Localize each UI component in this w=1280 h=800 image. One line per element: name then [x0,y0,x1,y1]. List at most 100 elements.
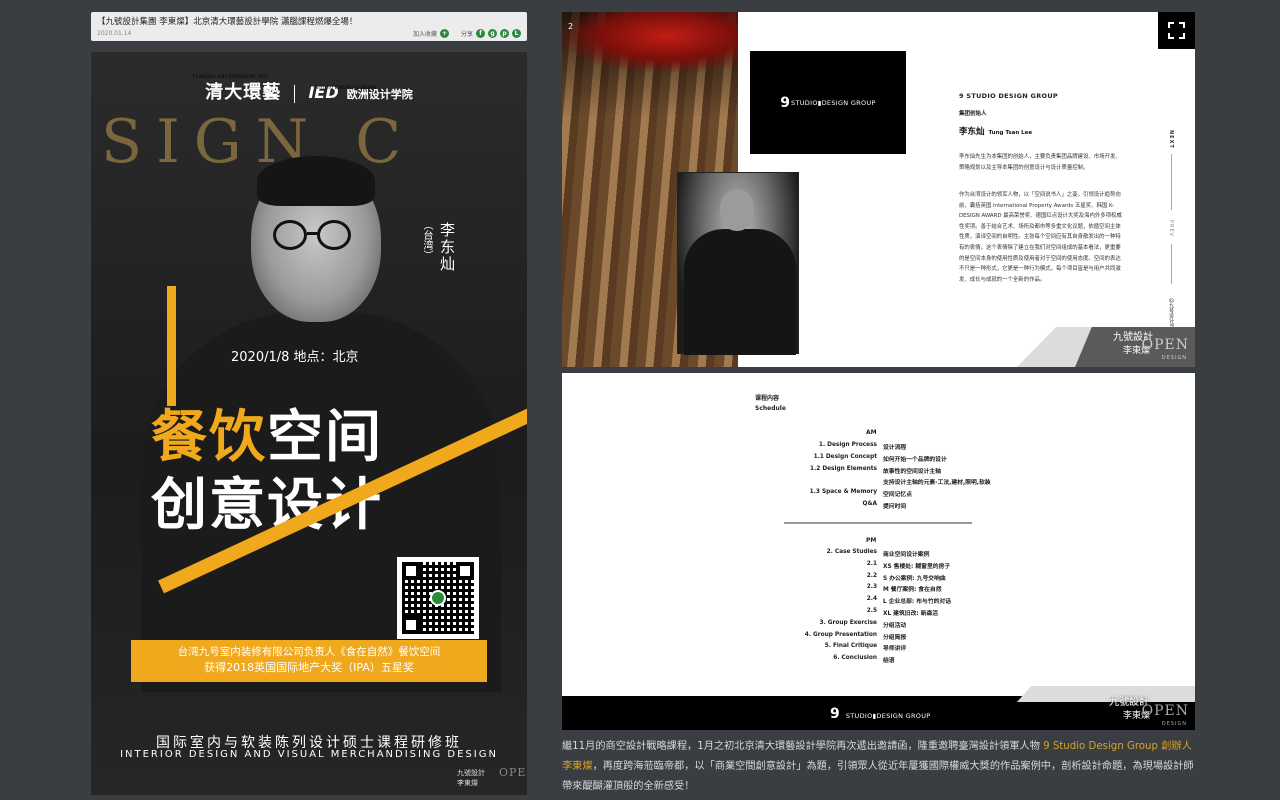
event-date-location: 2020/1/8 地点：北京 [231,350,359,365]
schedule-row-topic-cn: 分组简报 [883,634,907,641]
logo-divider [294,84,296,103]
schedule-row: 2.4 L 企业总部: 布与竹的对话 [562,596,1195,608]
poster-logos: 清大環藝 IED 欧洲设计学院 [91,78,527,104]
schedule-row-topic-cn: 支持设计主轴的元素-工法,建材,照明,软装 [883,480,991,487]
schedule-row: Q&A 提问时间 [562,501,1195,513]
schedule-row-topic-en: 4. Group Presentation [804,631,877,638]
schedule-row-topic-en: Q&A [862,501,877,507]
speaker-name: 李东灿 [438,222,456,273]
schedule-row-topic-en: 1.2 Design Elements [810,465,877,472]
qr-finder-top-right [456,562,474,580]
schedule-row-topic-cn: 设计流程 [883,445,907,451]
founder-name: 李东灿 Tung Tsan Lee [959,125,1032,137]
schedule-row-topic-en: 2.5 [866,608,877,614]
ied-logo-sub: ISTITUTO EUROPEO DI DESIGN [315,85,377,90]
pinterest-share-icon[interactable]: p [500,29,509,38]
program-title-en: INTERIOR DESIGN AND VISUAL MERCHANDISING… [120,749,498,760]
schedule-row-topic-cn: S 办公案例: 九号交响曲 [883,575,946,582]
course-poster: SIGN C 清大環藝 IED 欧洲设计学院 TSINGDA ENVIRONME… [91,52,527,795]
fullscreen-icon [1168,22,1185,39]
bookmark-icon[interactable]: + [439,29,449,38]
caption-text-1: 繼11月的商空設計戰略課程，1月之初北京清大環藝設計學院再次遞出邀請函，隆重邀聘… [562,741,1044,752]
schedule-row: 6. Conclusion 结语 [562,655,1195,667]
founder-photo-body [684,229,796,355]
award-banner: 台湾九号室内装修有限公司负责人《食在自然》餐饮空间 获得2018英国国际地产大奖… [131,640,487,682]
schedule-title-cn: 课程内容 [755,395,780,402]
schedule-row: 2.3 M 餐厅案例: 食在自然 [562,584,1195,596]
founder-photo-head [720,189,754,231]
article-actions: 加入收藏 + 分享 f g p L [413,29,521,38]
tsinghua-logo-sub: TSINGDA ENVIRONMENT ART [192,75,269,80]
line-share-icon[interactable]: L [512,29,521,38]
schedule-row-topic-cn: 结语 [883,658,895,665]
schedule-row-topic-cn: 故事性的空间设计主轴 [883,468,941,475]
schedule-row: 1.3 Space & Memory 空间记忆点 [562,489,1195,501]
schedule-row: 2.1 XS 售楼处: 糊窗里的房子 [562,561,1195,573]
schedule-row-topic-en: 2.2 [866,572,877,579]
schedule-row-topic-cn: 分组活动 [883,622,907,629]
poster-brand-cn: 九號設計 [457,769,485,777]
schedule-row: 1. Design Process 设计流程 [562,442,1195,454]
schedule-row-topic-cn: 商业空间设计案例 [883,552,930,558]
profile-brand-open: OPEN [1141,337,1189,353]
side-nav-line-2 [1171,244,1172,284]
schedule-row-topic-cn: 提问时间 [883,504,907,510]
share-label: 分享 [460,31,473,38]
schedule-row-topic-en: 6. Conclusion [833,655,877,662]
article-caption: 繼11月的商空設計戰略課程，1月之初北京清大環藝設計學院再次遞出邀請函，隆重邀聘… [562,737,1195,797]
schedule-pm-label: PM [866,537,877,544]
fullscreen-button[interactable] [1158,12,1195,49]
schedule-am-label: AM [866,429,877,436]
studio-logo-number: 9 [780,94,791,111]
schedule-row-topic-cn: M 餐厅案例: 食在自然 [883,587,942,594]
schedule-row-topic-en: 2.4 [866,596,877,603]
schedule-brand-design: DESIGN [1161,721,1187,727]
tsinghua-logo: 清大環藝 [205,82,282,103]
schedule-page: 课程内容 Schedule AM 1. Design Process 设计流程 1.… [562,373,1195,730]
portrait-hair [257,156,375,206]
schedule-row-topic-en: 2. Case Studies [826,549,877,555]
schedule-row: 1.1 Design Concept 如何开始一个品牌的设计 [562,454,1195,466]
glasses-right-lens [317,220,351,250]
google-share-icon[interactable]: g [488,29,497,38]
schedule-title-en: Schedule [755,405,786,412]
schedule-row-topic-cn: L 企业总部: 布与竹的对话 [883,599,952,606]
schedule-row: 支持设计主轴的元素-工法,建材,照明,软装 [562,477,1195,489]
side-nav-line [1171,154,1172,210]
schedule-row-topic-en: 1. Design Process [818,442,877,448]
schedule-row: 3. Group Exercise 分组活动 [562,620,1195,632]
schedule-row-topic-en: 3. Group Exercise [819,619,877,626]
schedule-row-topic-cn: XS 售楼处: 糊窗里的房子 [883,563,951,570]
studio-logo-text: STUDIO▮DESIGN GROUP [791,98,876,107]
prev-page-link[interactable]: PREV [1168,220,1174,237]
schedule-row: 2.5 XL 建筑旧改: 新森活 [562,608,1195,620]
bookmark-label[interactable]: 加入收藏 [413,29,437,38]
schedule-row-topic-cn: 空间记忆点 [883,492,912,499]
award-line1: 台湾九号室内装修有限公司负责人《食在自然》餐饮空间 [177,646,441,658]
glasses-bridge [307,232,319,235]
schedule-brand-open: OPEN [1141,703,1189,719]
article-date: 2020.01.14 [97,30,132,37]
profile-brand-design: DESIGN [1161,355,1187,361]
qr-center-logo-icon [430,590,446,606]
schedule-footer-logo: 9 STUDIO▮DESIGN GROUP [830,703,930,722]
schedule-row: 2. Case Studies 商业空间设计案例 [562,549,1195,561]
schedule-row: 2.2 S 办公案例: 九号交响曲 [562,573,1195,585]
qr-code[interactable] [397,557,479,639]
schedule-logo-text: STUDIO▮DESIGN GROUP [845,712,931,720]
schedule-brand-corner [1017,686,1195,702]
facebook-share-icon[interactable]: f [476,29,485,38]
founder-bio-paragraph-2: 作为台湾设计的领军人物，以「空间说书人」之姿，引领设计趋势向前，囊括英国 Int… [959,192,1122,283]
next-page-link[interactable]: NEXT [1168,130,1174,149]
caption-text-2: ，再度跨海蒞臨帝都，以「商業空間創意設計」為題，引領眾人從近年屢獲國際權威大獎的… [562,761,1194,792]
studio-logo-block: 9 STUDIO▮DESIGN GROUP [750,51,906,154]
schedule-divider [784,522,972,524]
founder-bio-paragraph-1: 李东灿先生为本集团的创始人，主要负责集团品牌建设、市场开发、策略规划以及主导本集… [959,154,1121,171]
interior-photo-red-ceiling [562,12,738,72]
poster-brand-person: 李東燦 [457,779,478,787]
article-title: 【九號設計集團 李東燦】北京清大環藝設計學院 瀟腦課程燃爆全場！ [97,17,358,27]
qr-pattern [402,562,474,634]
schedule-row-topic-cn: 如何开始一个品牌的设计 [883,456,947,463]
schedule-row: 5. Final Critique 导师讲评 [562,643,1195,655]
article-header: 【九號設計集團 李東燦】北京清大環藝設計學院 瀟腦課程燃爆全場！ 2020.01… [91,12,527,41]
